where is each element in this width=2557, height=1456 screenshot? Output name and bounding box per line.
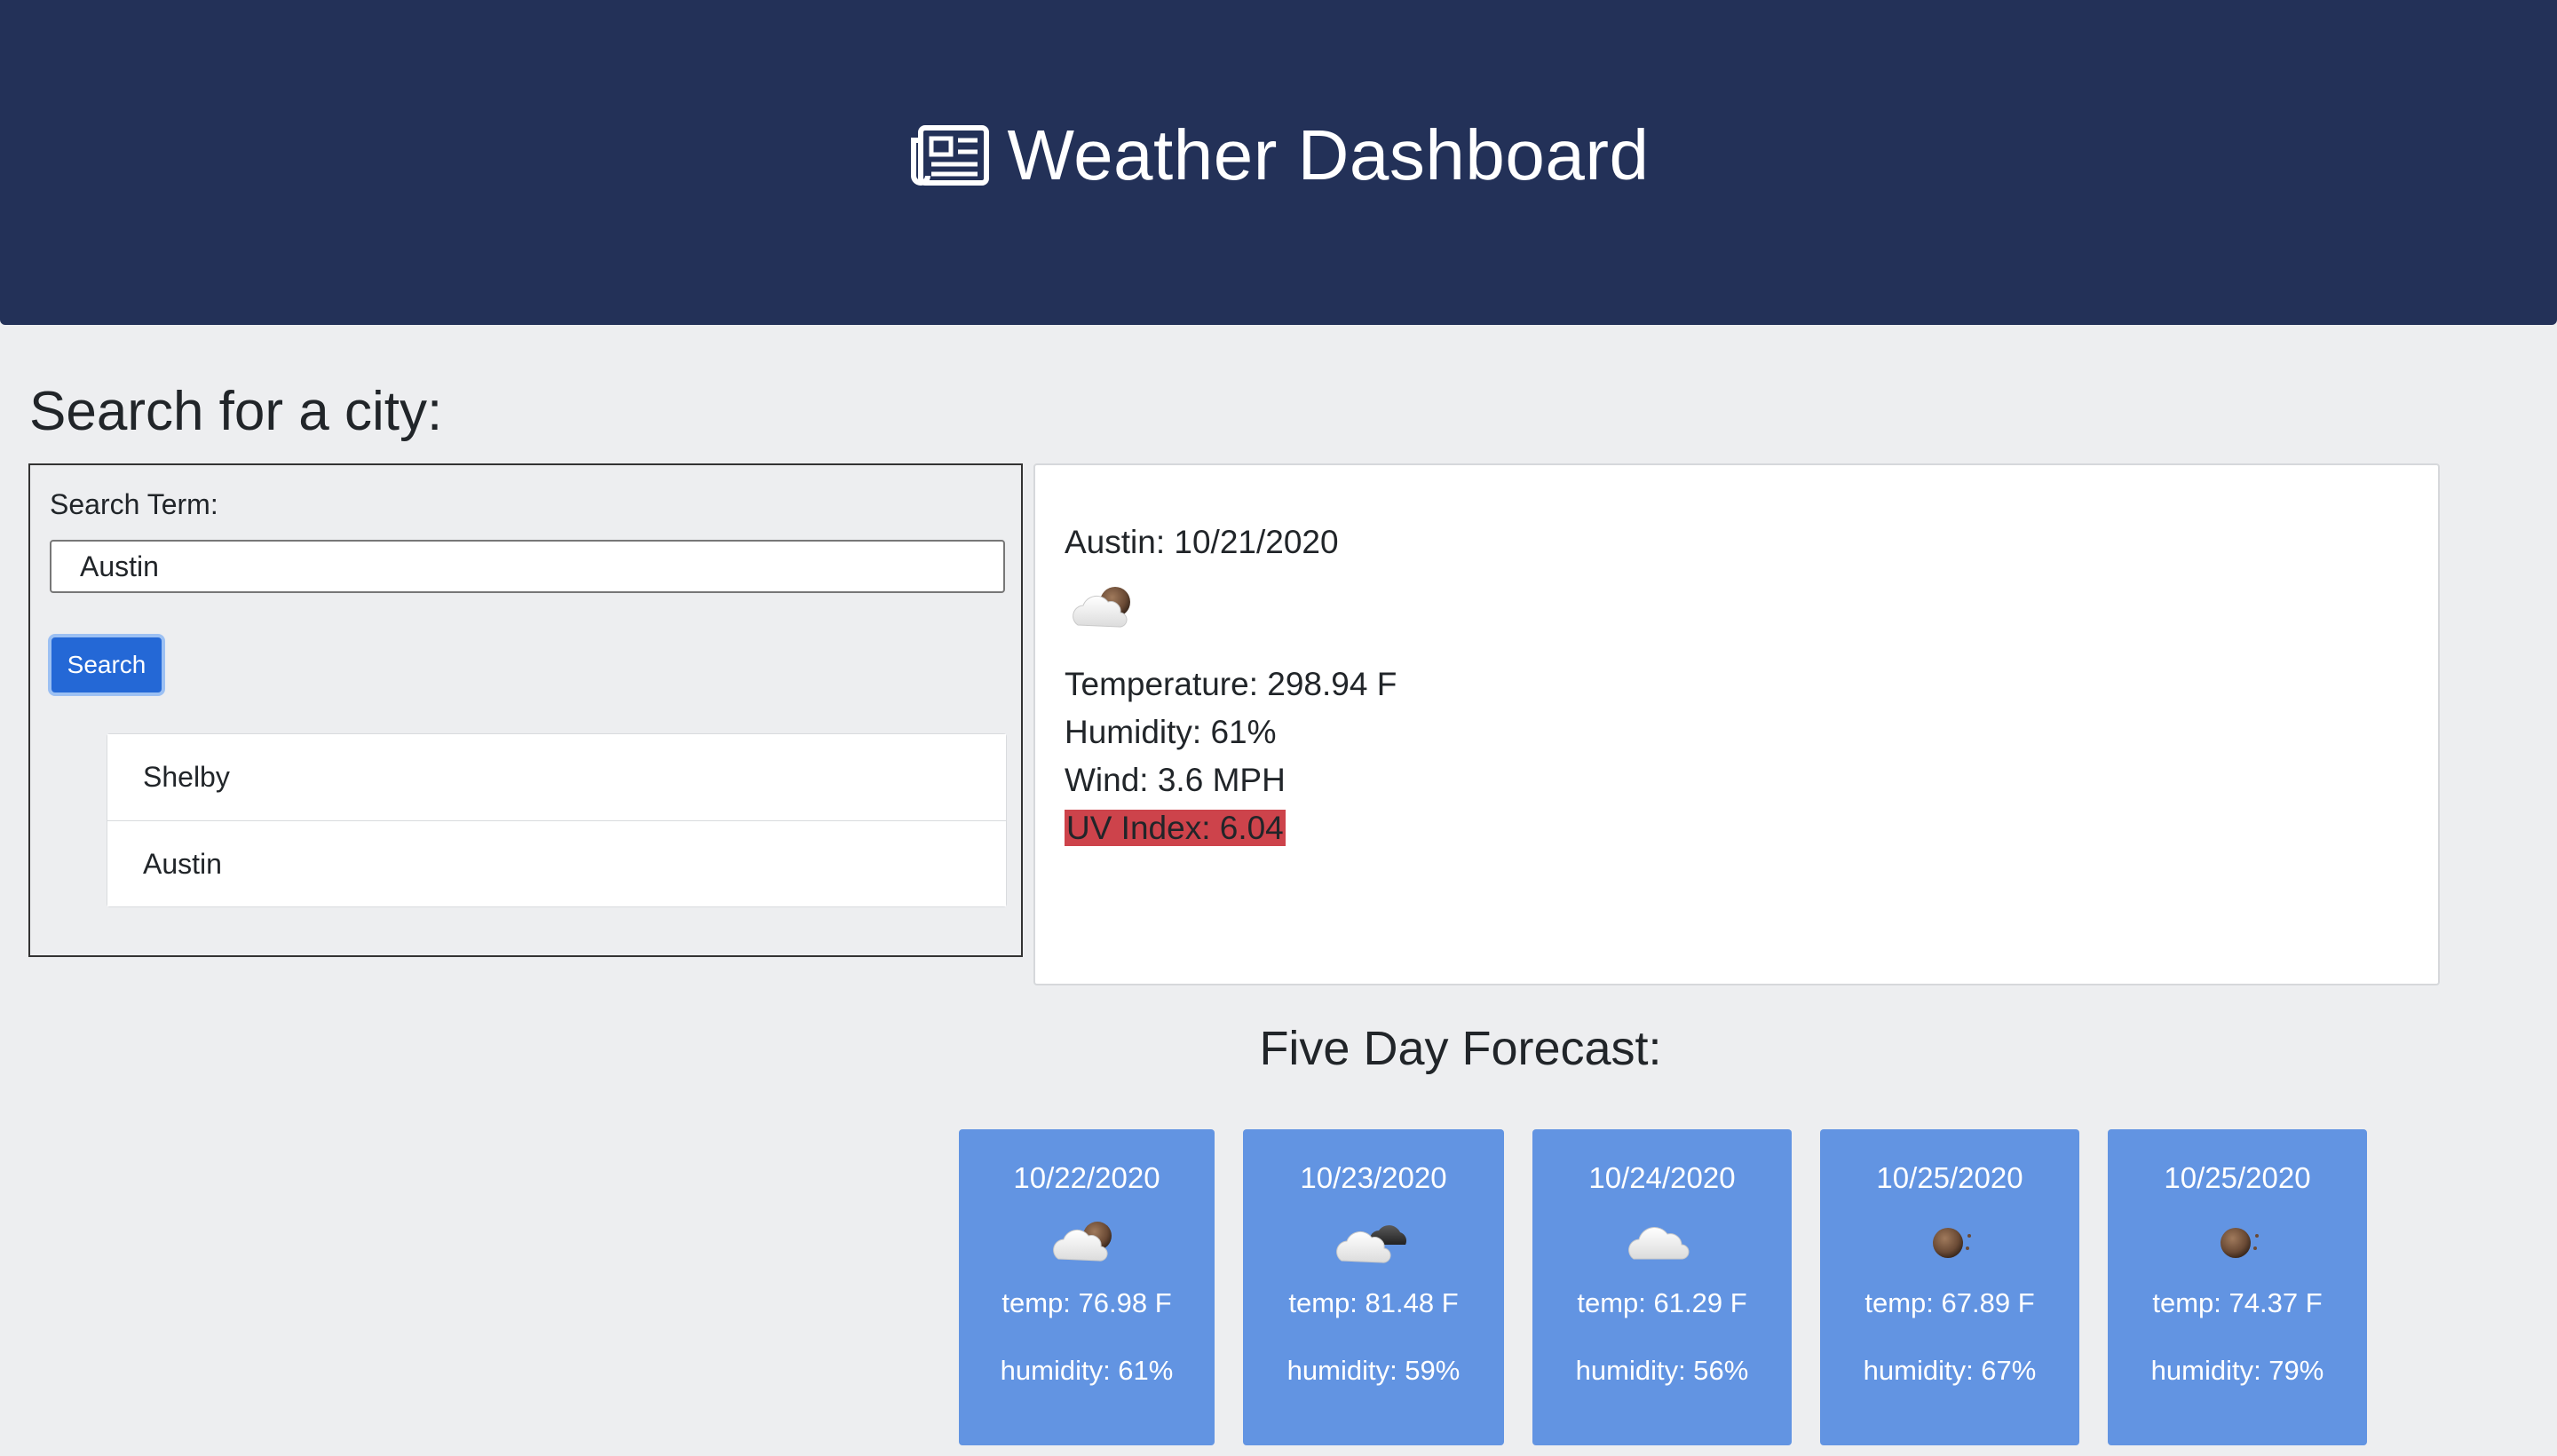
page-title: Weather Dashboard (1007, 115, 1650, 194)
forecast-date: 10/24/2020 (1588, 1161, 1736, 1194)
current-uv-index: UV Index: 6.04 (1065, 810, 1286, 847)
forecast-humidity: humidity: 79% (2150, 1355, 2324, 1386)
clear-night-icon (2221, 1228, 2259, 1258)
forecast-date: 10/25/2020 (1876, 1161, 2023, 1194)
cloud-icon (1628, 1227, 1690, 1260)
forecast-temp: temp: 67.89 F (1864, 1287, 2035, 1318)
forecast-card: 10/23/2020 temp: 81.48 F humidity: 59% (1243, 1129, 1504, 1445)
forecast-card: 10/24/2020 temp: 61.29 F humidity: 56% (1532, 1129, 1792, 1445)
forecast-temp: temp: 76.98 F (1001, 1287, 1172, 1318)
current-wind: Wind: 3.6 MPH (1065, 762, 1286, 798)
forecast-humidity: humidity: 67% (1863, 1355, 2037, 1386)
current-temperature: Temperature: 298.94 F (1065, 666, 1397, 702)
search-heading: Search for a city: (29, 381, 443, 442)
cloudy-night-icon (1336, 1225, 1407, 1263)
current-weather-panel: Austin: 10/21/2020 Temperature: 298.94 F… (1033, 463, 2440, 985)
current-humidity: Humidity: 61% (1065, 714, 1277, 750)
search-button[interactable]: Search (48, 634, 165, 696)
search-history-list: Shelby Austin (107, 733, 1007, 907)
search-term-label: Search Term: (50, 488, 218, 520)
partly-cloudy-night-icon (1053, 1222, 1112, 1262)
current-city-date: Austin: 10/21/2020 (1065, 524, 1339, 560)
history-item-shelby[interactable]: Shelby (107, 734, 1006, 820)
forecast-temp: temp: 61.29 F (1577, 1287, 1747, 1318)
forecast-temp: temp: 74.37 F (2152, 1287, 2323, 1318)
forecast-humidity: humidity: 59% (1286, 1355, 1461, 1386)
forecast-date: 10/23/2020 (1300, 1161, 1447, 1194)
clear-night-icon (1933, 1228, 1971, 1258)
history-item-austin[interactable]: Austin (107, 820, 1006, 906)
newspaper-icon (910, 125, 989, 186)
search-panel: Search Term: Search Shelby Austin (28, 463, 1023, 957)
forecast-humidity: humidity: 61% (1000, 1355, 1174, 1386)
app-header: Weather Dashboard (0, 0, 2557, 325)
uv-index-badge: UV Index: 6.04 (1065, 810, 1286, 846)
forecast-humidity: humidity: 56% (1575, 1355, 1749, 1386)
forecast-temp: temp: 81.48 F (1288, 1287, 1459, 1318)
partly-cloudy-night-icon (1073, 587, 1130, 628)
forecast-card: 10/22/2020 temp: 76.98 F humidity: 61% (959, 1129, 1215, 1445)
forecast-card: 10/25/2020 temp: 74.37 F humidity: 79% (2108, 1129, 2367, 1445)
forecast-heading: Five Day Forecast: (1259, 1022, 1662, 1075)
forecast-date: 10/22/2020 (1013, 1161, 1160, 1194)
forecast-card: 10/25/2020 temp: 67.89 F humidity: 67% (1820, 1129, 2079, 1445)
forecast-date: 10/25/2020 (2164, 1161, 2311, 1194)
search-input[interactable] (50, 540, 1005, 593)
